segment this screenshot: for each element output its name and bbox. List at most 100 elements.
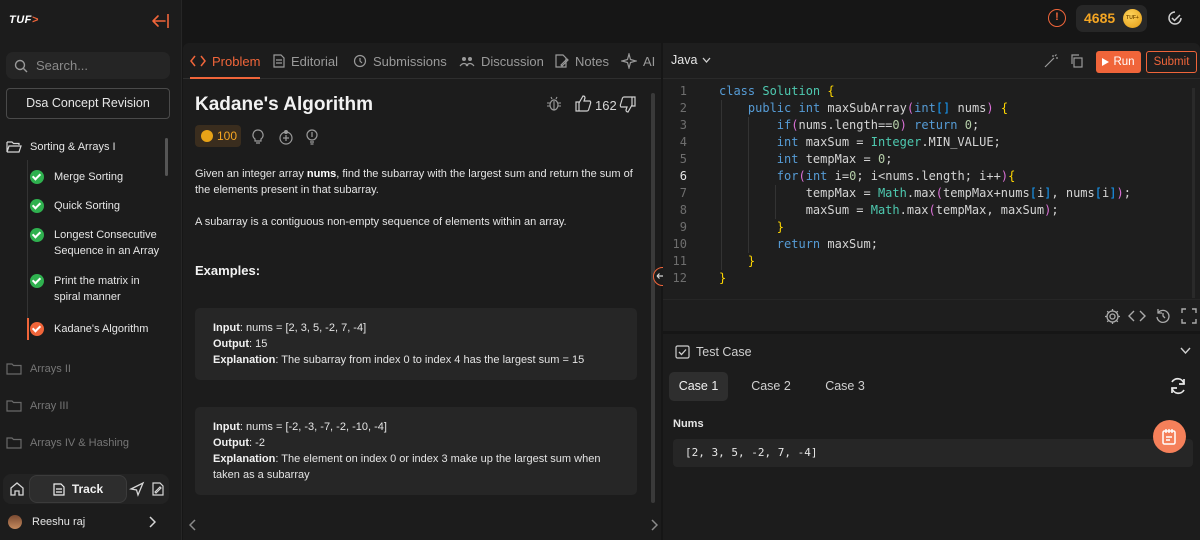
code-text: return maxSum; <box>776 237 878 251</box>
code-line[interactable]: 10 return maxSum; <box>663 236 1200 253</box>
tab-problem[interactable]: Problem <box>190 43 261 79</box>
thumbs-down-icon[interactable] <box>619 96 636 113</box>
user-profile-row[interactable]: Reeshu raj <box>8 513 164 531</box>
code-line[interactable]: 9 } <box>663 219 1200 236</box>
points-badge: 100 <box>195 125 241 147</box>
submit-button[interactable]: Submit <box>1146 51 1197 73</box>
testcase-title: Test Case <box>696 345 752 359</box>
bug-report-icon[interactable] <box>546 96 562 112</box>
code-line[interactable]: 11 } <box>663 253 1200 270</box>
edit-doc-icon[interactable] <box>150 481 166 497</box>
coins-badge[interactable]: 4685 TUF+ <box>1076 5 1147 32</box>
theme-toggle-icon[interactable] <box>1165 8 1185 28</box>
code-line[interactable]: 6 for(int i=0; i<nums.length; i++){ <box>663 168 1200 185</box>
dsa-concept-revision-button[interactable]: Dsa Concept Revision <box>6 88 170 119</box>
search-input[interactable]: Search... <box>6 52 170 79</box>
tab-label: Problem <box>212 53 261 69</box>
code-text: if(nums.length==0) return 0; <box>776 118 980 132</box>
chevron-left-icon[interactable] <box>189 519 197 531</box>
tab-editorial[interactable]: Editorial <box>273 43 338 79</box>
topic-array-3[interactable]: Array III <box>6 396 69 416</box>
code-line[interactable]: 4 int maxSum = Integer.MIN_VALUE; <box>663 134 1200 151</box>
topic-sorting-arrays-1[interactable]: Sorting & Arrays I <box>6 137 116 157</box>
chevron-down-icon[interactable] <box>1180 347 1191 354</box>
code-line[interactable]: 3 if(nums.length==0) return 0; <box>663 117 1200 134</box>
sidebar-item-longest-consecutive[interactable]: Longest Consecutive Sequence in an Array <box>30 227 160 259</box>
company-tags-icon[interactable] <box>278 129 294 145</box>
thumbs-up-icon[interactable] <box>575 95 592 112</box>
refresh-icon[interactable] <box>1168 376 1188 396</box>
example-explanation: Explanation: The element on index 0 or i… <box>213 451 619 483</box>
code-line[interactable]: 5 int tempMax = 0; <box>663 151 1200 168</box>
sparkle-icon <box>621 53 637 69</box>
sidebar-item-kadanes-algorithm[interactable]: Kadane's Algorithm <box>30 321 160 337</box>
lightbulb-icon[interactable] <box>251 129 265 145</box>
hint-bulb-icon[interactable] <box>305 129 319 145</box>
problem-scrollbar[interactable] <box>651 93 655 503</box>
case-tab-1[interactable]: Case 1 <box>669 372 728 401</box>
run-button[interactable]: Run <box>1096 51 1141 73</box>
case-tab-2[interactable]: Case 2 <box>741 372 801 401</box>
example-output: Output: 15 <box>213 336 619 352</box>
code-line[interactable]: 8 maxSum = Math.max(tempMax, maxSum); <box>663 202 1200 219</box>
sidebar-item-merge-sorting[interactable]: Merge Sorting <box>30 169 160 185</box>
code-text: } <box>776 220 785 234</box>
tab-ai[interactable]: AI <box>621 43 655 79</box>
tab-notes[interactable]: Notes <box>555 43 609 79</box>
tab-submissions[interactable]: Submissions <box>353 43 447 79</box>
track-label: Track <box>71 482 104 496</box>
desc-bold: nums <box>306 168 337 180</box>
item-label: Longest Consecutive Sequence in an Array <box>54 229 160 257</box>
notepad-icon <box>1162 429 1176 445</box>
input-field-label: Nums <box>673 418 704 430</box>
chevron-right-icon[interactable] <box>650 519 658 531</box>
nums-input[interactable]: [2, 3, 5, -2, 7, -4] <box>673 439 1193 467</box>
desc-text: Given an integer array <box>195 168 307 180</box>
top-bar: ! 4685 TUF+ <box>183 0 1200 42</box>
folder-icon <box>6 363 22 375</box>
sidebar-scrollbar[interactable] <box>165 138 168 176</box>
format-code-icon[interactable] <box>1044 54 1058 68</box>
code-line[interactable]: 2 public int maxSubArray(int[] nums) { <box>663 100 1200 117</box>
alert-icon[interactable]: ! <box>1048 9 1066 27</box>
item-label: Kadane's Algorithm <box>54 323 149 335</box>
tab-label: Notes <box>575 53 609 69</box>
user-name: Reeshu raj <box>32 516 86 528</box>
topic-label: Array III <box>30 400 69 412</box>
send-icon[interactable] <box>129 481 145 497</box>
language-select[interactable]: Java <box>671 53 711 67</box>
code-line[interactable]: 12} <box>663 270 1200 287</box>
code-text: tempMax = Math.max(tempMax+nums[i], nums… <box>719 186 1131 200</box>
note-edit-icon <box>555 54 569 68</box>
editor-footer <box>663 299 1200 331</box>
tab-discussion[interactable]: Discussion <box>459 43 544 79</box>
copy-icon[interactable] <box>1070 54 1083 68</box>
testcase-header[interactable]: Test Case <box>675 345 752 359</box>
fullscreen-icon[interactable] <box>1181 308 1197 324</box>
home-icon[interactable] <box>9 481 25 497</box>
label: Output <box>213 437 250 449</box>
reset-history-icon[interactable] <box>1155 308 1171 324</box>
document-icon <box>273 54 285 68</box>
line-number: 9 <box>679 220 687 234</box>
code-text: public int maxSubArray(int[] nums) { <box>747 101 1009 115</box>
code-text: for(int i=0; i<nums.length; i++){ <box>776 169 1016 183</box>
topic-arrays-4-hashing[interactable]: Arrays IV & Hashing <box>6 433 129 453</box>
collapse-sidebar-icon[interactable] <box>150 11 170 31</box>
tuf-logo[interactable]: TUF> <box>9 14 39 26</box>
code-line[interactable]: 7 tempMax = Math.max(tempMax+nums[i], nu… <box>663 185 1200 202</box>
case-tab-3[interactable]: Case 3 <box>815 372 875 401</box>
notes-fab-button[interactable] <box>1153 420 1186 453</box>
sidebar-item-spiral-matrix[interactable]: Print the matrix in spiral manner <box>30 273 160 305</box>
sidebar-item-quick-sorting[interactable]: Quick Sorting <box>30 198 160 214</box>
code-area[interactable]: 1 class Solution {2 public int maxSubArra… <box>663 83 1200 293</box>
settings-gear-icon[interactable] <box>1104 308 1121 325</box>
track-button[interactable]: Track <box>29 475 127 503</box>
code-view-icon[interactable] <box>1128 308 1146 324</box>
chevron-right-icon <box>149 516 156 528</box>
examples-heading: Examples: <box>195 263 261 278</box>
code-line[interactable]: 1 class Solution { <box>663 83 1200 100</box>
topic-arrays-2[interactable]: Arrays II <box>6 359 71 379</box>
editor-scrollbar[interactable] <box>1192 88 1195 298</box>
check-circle-icon <box>30 322 44 336</box>
